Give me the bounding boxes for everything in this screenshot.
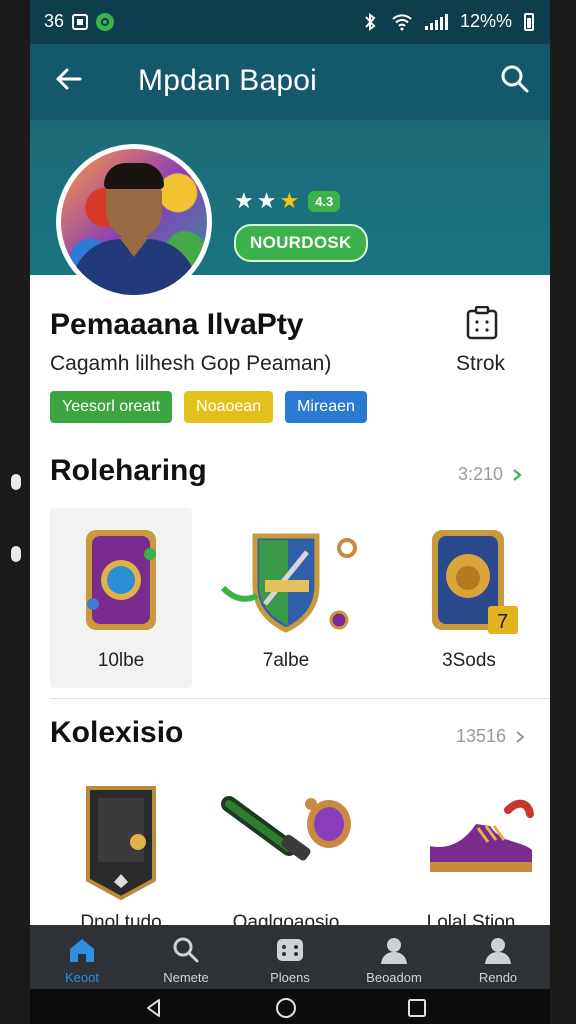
nav-label: Rendo (478, 970, 518, 985)
avatar-photo (61, 149, 207, 295)
nav-label: Beoadom (366, 970, 422, 985)
system-navigation-bar (30, 989, 550, 1024)
system-back-icon[interactable] (144, 998, 164, 1018)
status-bar: 36 12%% (30, 0, 550, 44)
section-divider (50, 698, 550, 699)
chevron-right-icon (516, 730, 525, 743)
nav-item-play[interactable]: Ploens (238, 925, 342, 989)
lion-shield-icon: 7 (432, 530, 518, 634)
nav-label: Keoot (65, 970, 99, 985)
nav-item-search[interactable]: Nemete (134, 925, 238, 989)
section-count: 13516 (456, 726, 507, 746)
item-label: 7albe (262, 650, 310, 671)
profile-subtitle: Cagamh lilhesh Gop Peaman) (50, 352, 332, 375)
phone-screen: 36 12%% Mpdan Bapoi ★ ★ ★ 4.3 NOURDOSK P… (30, 0, 550, 1024)
avatar[interactable] (56, 144, 212, 300)
search-icon[interactable] (498, 62, 532, 96)
stock-label[interactable]: Strok (456, 352, 505, 376)
crest-shield-icon (220, 533, 357, 633)
collection-item[interactable]: 7 3Sods (398, 508, 540, 688)
notification-status-icon (96, 12, 115, 31)
system-recents-icon[interactable] (407, 998, 427, 1018)
system-home-icon[interactable] (275, 997, 297, 1019)
collection-item[interactable]: Dnol tudo (50, 770, 192, 950)
nav-item-community[interactable]: Beoadom (342, 925, 446, 989)
dice-icon (277, 939, 303, 961)
stock-icon[interactable] (466, 306, 498, 340)
nav-item-home[interactable]: Keoot (30, 925, 134, 989)
collection-item[interactable]: Lolal Stion (400, 770, 542, 950)
side-edge-marker (11, 474, 21, 490)
wifi-icon (392, 13, 412, 30)
scroll-amulet-icon (221, 796, 351, 861)
star-rating: ★ ★ ★ 4.3 (234, 188, 341, 214)
star-icon: ★ (256, 188, 277, 213)
home-icon (70, 939, 94, 962)
purple-shield-badge-icon (86, 530, 156, 630)
person-icon (381, 938, 407, 964)
page-title: Mpdan Bapoi (138, 64, 317, 97)
collection-item[interactable]: 10lbe (50, 508, 192, 688)
section-see-all[interactable]: 3:210 (458, 464, 523, 485)
profile-icon (485, 938, 511, 964)
battery-icon (524, 12, 534, 31)
status-time: 36 (44, 11, 65, 31)
collection-item[interactable]: Oaglgoaosio (215, 770, 357, 950)
star-icon: ★ (279, 188, 300, 213)
section-count: 3:210 (458, 464, 504, 484)
item-label: 3Sods (442, 650, 496, 671)
profile-name: Pemaaana IlvaPty (50, 308, 304, 341)
side-edge-marker (11, 546, 21, 562)
dark-card-icon (86, 786, 156, 901)
section-title: Roleharing (50, 454, 207, 487)
signal-icon (424, 13, 448, 30)
tag-chip[interactable]: Noaoean (184, 391, 274, 423)
bottom-navigation: Keoot Nemete Ploens Beoadom Rendo (30, 925, 550, 989)
svg-text:7: 7 (497, 611, 508, 633)
status-pill[interactable]: NOURDOSK (234, 224, 368, 262)
tag-chip[interactable]: Yeesorl oreatt (50, 391, 173, 423)
nav-label: Ploens (270, 970, 310, 985)
purple-shoe-icon (430, 799, 534, 872)
rating-badge: 4.3 (308, 190, 341, 212)
search-icon (173, 937, 199, 963)
section-title: Kolexisio (50, 716, 184, 749)
item-label: 10lbe (97, 650, 145, 671)
battery-text: 12%% (459, 11, 512, 31)
tag-chip[interactable]: Mireaen (285, 391, 367, 423)
tag-list: Yeesorl oreatt Noaoean Mireaen (50, 391, 367, 423)
nav-item-profile[interactable]: Rendo (446, 925, 550, 989)
bluetooth-icon (365, 12, 376, 31)
nav-label: Nemete (163, 970, 209, 985)
star-icon: ★ (234, 188, 254, 213)
app-bar: Mpdan Bapoi (30, 44, 550, 120)
chevron-right-icon (513, 468, 522, 481)
notification-app-icon (72, 13, 89, 30)
back-arrow-icon[interactable] (52, 62, 86, 96)
section-see-all[interactable]: 13516 (456, 726, 526, 747)
collection-item[interactable]: 7albe (215, 508, 357, 688)
